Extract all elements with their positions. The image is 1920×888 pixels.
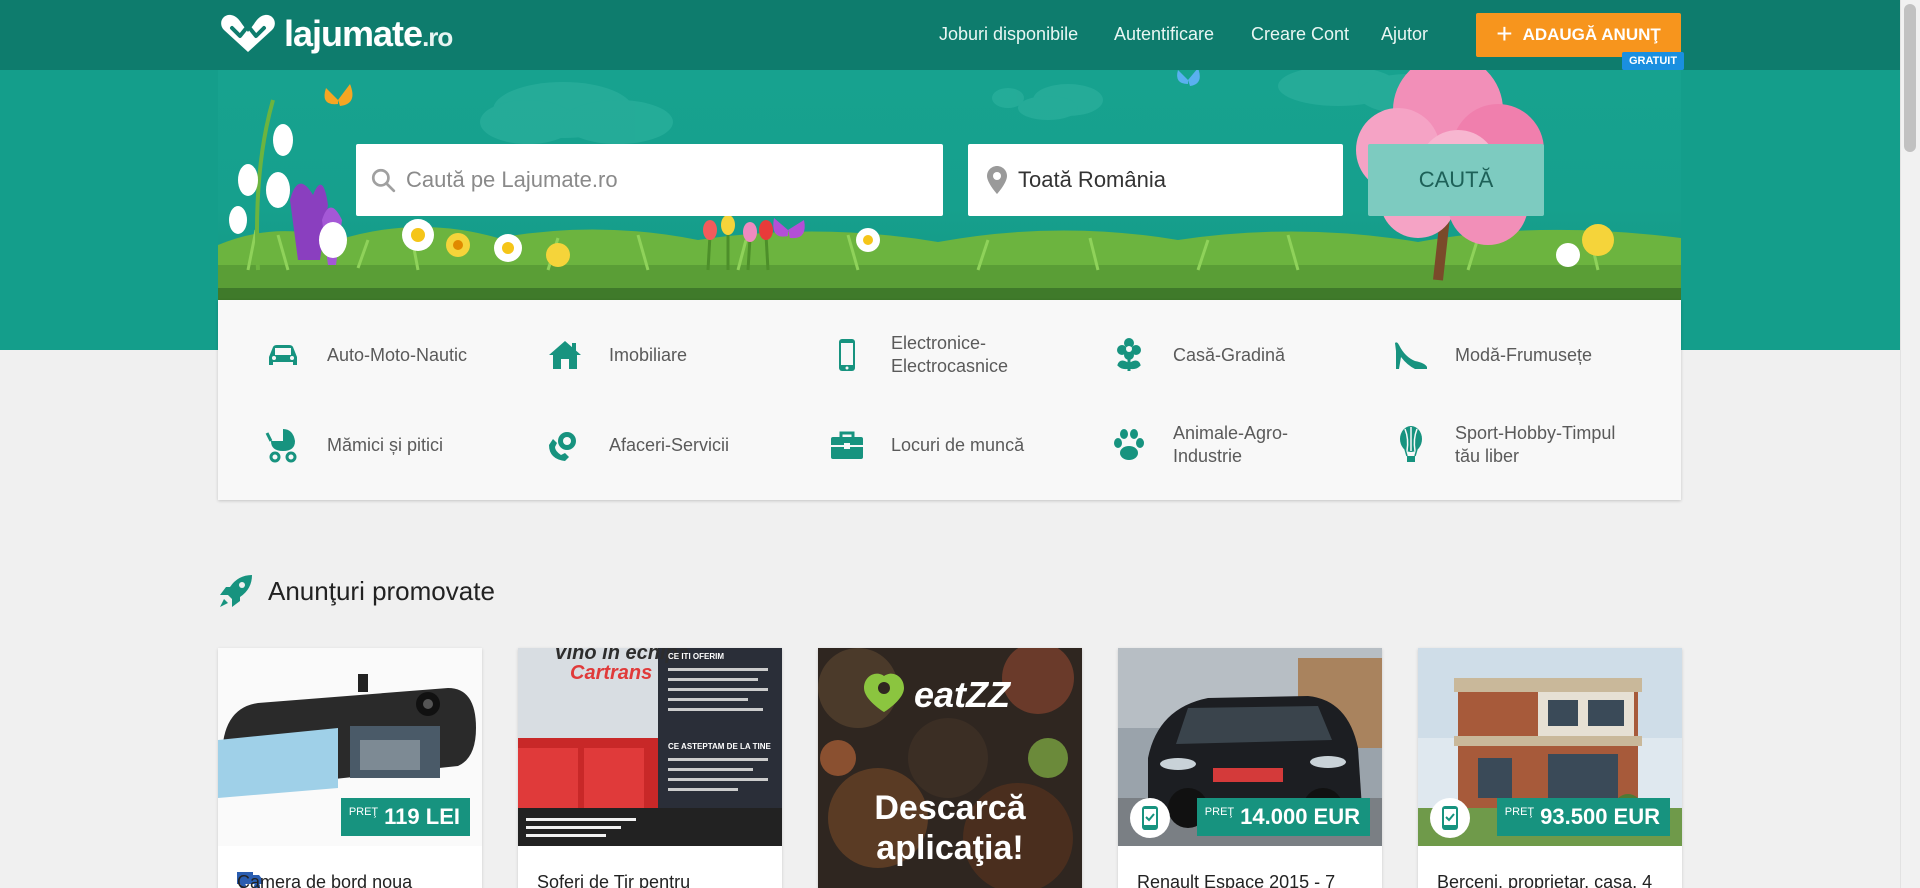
listing-title: Soferi de Tir pentru (537, 872, 691, 888)
add-listing-button[interactable]: + ADAUGĂ ANUNŢ (1476, 13, 1681, 57)
category-jobs[interactable]: Locuri de muncă (827, 415, 1071, 475)
search-input[interactable] (406, 167, 926, 193)
flower-icon (1117, 338, 1141, 371)
listing-card[interactable]: PREŢ 93.500 EUR Berceni, proprietar, cas… (1418, 648, 1682, 888)
nav-help[interactable]: Ajutor (1381, 24, 1428, 45)
phone-icon (839, 339, 855, 371)
logo-heart-icon (221, 14, 275, 52)
listing-card[interactable]: PREŢ 14.000 EUR Renault Espace 2015 - 7 (1118, 648, 1382, 888)
category-home-garden[interactable]: Casă-Gradină (1109, 325, 1353, 385)
category-fashion[interactable]: Modă-Frumusețe (1391, 325, 1635, 385)
house-icon (549, 341, 581, 369)
nav-register[interactable]: Creare Cont (1251, 24, 1349, 45)
mobile-icon (1442, 806, 1458, 830)
nav-login[interactable]: Autentificare (1114, 24, 1214, 45)
high-heel-icon (1395, 342, 1427, 369)
gear-phone-icon (549, 432, 576, 461)
price-tag: PREŢ 119 LEI (340, 798, 470, 836)
free-badge: GRATUIT (1622, 52, 1685, 70)
search-icon (371, 168, 396, 193)
plus-icon: + (1496, 17, 1513, 49)
listing-image: Vino in echipa Cartrans CE ITI OFERIM CE… (518, 648, 782, 846)
price-tag: PREŢ 14.000 EUR (1196, 798, 1370, 836)
balloon-icon (1400, 426, 1422, 462)
location-select[interactable]: Toată România (968, 144, 1343, 216)
image-text-3: CE ITI OFERIM (668, 652, 724, 661)
mobile-badge (1430, 798, 1470, 838)
listing-card[interactable]: PREŢ 119 LEI Camera de bord noua (218, 648, 482, 888)
rocket-icon (220, 575, 252, 607)
category-real-estate[interactable]: Imobiliare (545, 325, 789, 385)
category-kids[interactable]: Mămici și pitici (263, 415, 507, 475)
category-business[interactable]: Afaceri-Servicii (545, 415, 789, 475)
search-button[interactable]: CAUTĂ (1368, 144, 1544, 216)
listing-title: Berceni, proprietar, casa, 4 (1437, 872, 1653, 888)
location-value: Toată România (1018, 167, 1166, 192)
logo[interactable]: lajumate.ro (218, 12, 453, 56)
promoted-title: Anunţuri promovate (268, 575, 495, 606)
nav-jobs[interactable]: Joburi disponibile (939, 24, 1078, 45)
category-animals[interactable]: Animale-Agro-Industrie (1109, 415, 1353, 475)
search-field[interactable] (356, 144, 943, 216)
listing-title: Camera de bord noua (237, 872, 413, 888)
categories-panel: Auto-Moto-Nautic Imobiliare Electronice-… (218, 300, 1681, 500)
logo-text: lajumate.ro (284, 13, 453, 54)
download-app-text: Descarcă aplicaţia! (874, 789, 1026, 867)
app-promo-card[interactable]: eatZZ Descarcă aplicaţia! (818, 648, 1082, 888)
image-text-2: Cartrans (570, 662, 653, 684)
scrollbar-thumb[interactable] (1904, 4, 1916, 152)
car-icon (269, 345, 297, 365)
app-promo-image: eatZZ Descarcă aplicaţia! (818, 648, 1082, 888)
promoted-heading: Anunţuri promovate (218, 573, 495, 609)
stroller-icon (265, 429, 297, 463)
category-sport[interactable]: Sport-Hobby-Timpul tău liber (1391, 415, 1635, 475)
location-pin-icon (987, 166, 1007, 194)
category-auto[interactable]: Auto-Moto-Nautic (263, 325, 507, 385)
paw-icon (1114, 429, 1144, 460)
image-text-4: CE ASTEPTAM DE LA TINE (668, 742, 771, 751)
mobile-badge (1130, 798, 1170, 838)
listing-title: Renault Espace 2015 - 7 (1137, 872, 1336, 888)
mobile-icon (1142, 806, 1158, 830)
category-electronics[interactable]: Electronice-Electrocasnice (827, 325, 1071, 385)
briefcase-icon (831, 431, 863, 459)
listing-card[interactable]: Vino in echipa Cartrans CE ITI OFERIM CE… (518, 648, 782, 888)
price-tag: PREŢ 93.500 EUR (1496, 798, 1670, 836)
eatzz-brand: eatZZ (914, 674, 1011, 715)
scrollbar[interactable] (1900, 0, 1920, 888)
